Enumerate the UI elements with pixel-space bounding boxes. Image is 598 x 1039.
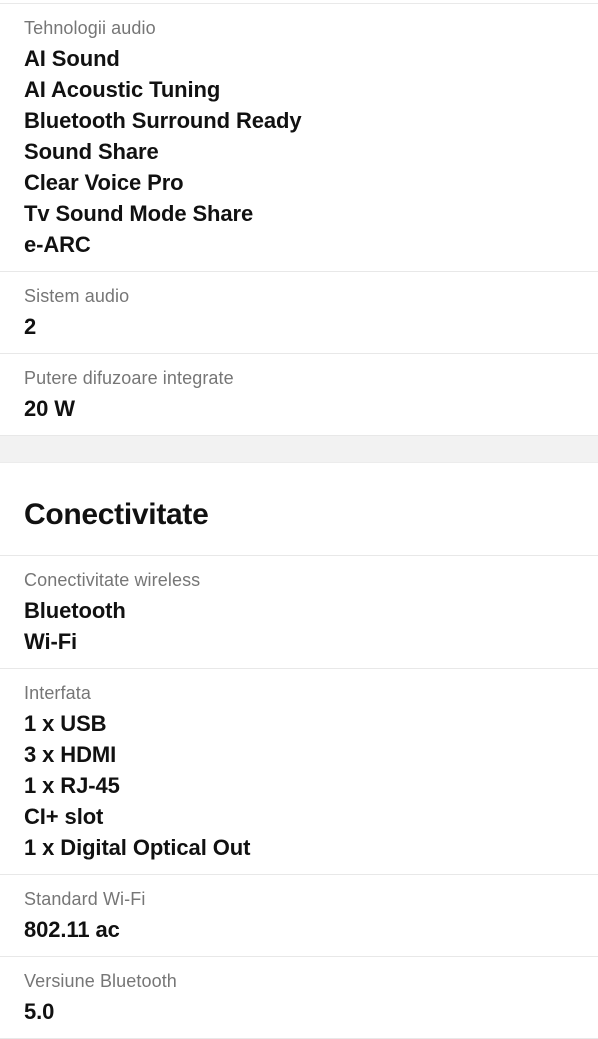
section-heading: Conectivitate	[24, 498, 209, 531]
spec-value: 1 x RJ-45	[24, 773, 120, 798]
spec-value: AI Acoustic Tuning	[24, 77, 221, 102]
spec-label: Sistem audio	[24, 286, 130, 306]
spec-label: Interfata	[24, 683, 91, 703]
spec-value: 1 x USB	[24, 711, 107, 736]
spec-label: Standard Wi-Fi	[24, 889, 146, 909]
section-heading-container: Conectivitate	[0, 463, 598, 556]
spec-row-interfata: Interfata 1 x USB 3 x HDMI 1 x RJ-45 CI+…	[0, 669, 598, 875]
spec-value: 802.11 ac	[24, 917, 120, 942]
spec-row-standard-wi-fi: Standard Wi-Fi 802.11 ac	[0, 875, 598, 957]
spec-value-list: 2	[24, 311, 584, 342]
spec-row-putere-difuzoare-integrate: Putere difuzoare integrate 20 W	[0, 354, 598, 435]
spec-section-audio: Tehnologii audio AI Sound AI Acoustic Tu…	[0, 4, 598, 435]
spec-value-list: 802.11 ac	[24, 914, 584, 945]
spec-value-list: 20 W	[24, 393, 584, 424]
spec-value: Bluetooth	[24, 598, 126, 623]
spec-section-conectivitate: Conectivitate Conectivitate wireless Blu…	[0, 463, 598, 1039]
spec-value: 2	[24, 314, 37, 339]
spec-row-sistem-audio: Sistem audio 2	[0, 272, 598, 354]
spec-value: 3 x HDMI	[24, 742, 117, 767]
spec-value: Bluetooth Surround Ready	[24, 108, 302, 133]
spec-value: AI Sound	[24, 46, 120, 71]
spec-value: 20 W	[24, 396, 75, 421]
spec-value-list: 5.0	[24, 996, 584, 1027]
spec-value: CI+ slot	[24, 804, 104, 829]
spec-value: Clear Voice Pro	[24, 170, 184, 195]
spec-row-versiune-bluetooth: Versiune Bluetooth 5.0	[0, 957, 598, 1038]
spec-label: Putere difuzoare integrate	[24, 368, 234, 388]
spec-value-list: Bluetooth Wi-Fi	[24, 595, 584, 657]
spec-value: Tv Sound Mode Share	[24, 201, 254, 226]
spec-row-tehnologii-audio: Tehnologii audio AI Sound AI Acoustic Tu…	[0, 4, 598, 272]
spec-label: Conectivitate wireless	[24, 570, 201, 590]
spec-value: 1 x Digital Optical Out	[24, 835, 251, 860]
spec-value: 5.0	[24, 999, 55, 1024]
spec-value-list: AI Sound AI Acoustic Tuning Bluetooth Su…	[24, 43, 584, 260]
spec-label: Tehnologii audio	[24, 18, 156, 38]
spec-label: Versiune Bluetooth	[24, 971, 177, 991]
spec-value: Sound Share	[24, 139, 159, 164]
spec-sheet-page: Tehnologii audio AI Sound AI Acoustic Tu…	[0, 3, 598, 1039]
spec-row-conectivitate-wireless: Conectivitate wireless Bluetooth Wi-Fi	[0, 556, 598, 669]
section-separator-band	[0, 435, 598, 463]
spec-value: e-ARC	[24, 232, 91, 257]
spec-value: Wi-Fi	[24, 629, 78, 654]
spec-value-list: 1 x USB 3 x HDMI 1 x RJ-45 CI+ slot 1 x …	[24, 708, 584, 863]
